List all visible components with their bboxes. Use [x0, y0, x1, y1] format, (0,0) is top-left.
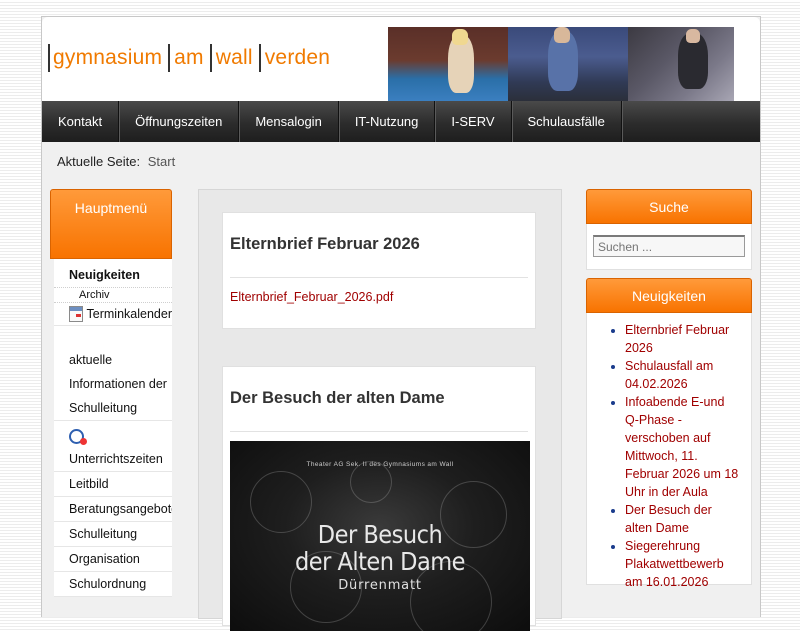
nav-item-schulausfaelle[interactable]: Schulausfälle: [512, 101, 622, 142]
news-link[interactable]: Der Besuch der alten Dame: [625, 503, 712, 535]
menu-item-leitbild[interactable]: Leitbild: [54, 472, 172, 497]
news-title: Neuigkeiten: [586, 278, 752, 313]
poster-title: Der Besuch der Alten Dame: [230, 521, 530, 575]
news-link[interactable]: Siegerehrung Plakatwettbewerb am 16.01.2…: [625, 539, 724, 589]
nav-item-kontakt[interactable]: Kontakt: [42, 101, 120, 142]
content-area: Elternbrief Februar 2026 Elternbrief_Feb…: [198, 189, 562, 631]
menu-item-unterrichtszeiten[interactable]: Unterrichtszeiten: [54, 447, 172, 472]
search-module: [586, 224, 752, 270]
main-menu-title: Hauptmenü: [50, 189, 172, 259]
nav-item-mensalogin[interactable]: Mensalogin: [239, 101, 339, 142]
header-photo-climbing-1: [388, 27, 508, 101]
news-item: Schulausfall am 04.02.2026: [625, 357, 741, 393]
search-input[interactable]: [593, 235, 745, 257]
calendar-icon: [69, 306, 83, 322]
poster-author: Dürrenmatt: [338, 578, 422, 593]
breadcrumb-current: Start: [147, 154, 176, 169]
right-sidebar: Suche Neuigkeiten Elternbrief Februar 20…: [586, 189, 752, 589]
menu-item-informationen[interactable]: Informationen der: [54, 372, 172, 396]
menu-item-label: Terminkalender: [86, 307, 172, 321]
clock-icon: [69, 429, 87, 445]
logo-segment: am: [168, 44, 210, 72]
article-title[interactable]: Der Besuch der alten Dame: [230, 389, 445, 408]
logo-segment: wall: [209, 44, 259, 72]
news-list: Elternbrief Februar 2026 Schulausfall am…: [587, 321, 741, 591]
menu-item-terminkalender[interactable]: Terminkalender: [54, 303, 172, 326]
news-link[interactable]: Infoabende E-und Q-Phase - verschoben au…: [625, 395, 738, 499]
news-item: Elternbrief Februar 2026: [625, 321, 741, 357]
nav-item-oeffnungszeiten[interactable]: Öffnungszeiten: [119, 101, 240, 142]
site-logo[interactable]: gymnasium am wall verden: [48, 43, 336, 73]
page-frame: gymnasium am wall verden Kontakt Öffnung…: [41, 16, 761, 631]
menu-spacer: [54, 326, 172, 348]
logo-segment: gymnasium: [48, 44, 168, 72]
menu-item-schulleitung[interactable]: Schulleitung: [54, 522, 172, 547]
news-item: Siegerehrung Plakatwettbewerb am 16.01.2…: [625, 537, 741, 591]
breadcrumb-label: Aktuelle Seite:: [57, 154, 141, 169]
nav-item-it-nutzung[interactable]: IT-Nutzung: [339, 101, 436, 142]
menu-item-archiv[interactable]: Archiv: [54, 288, 172, 303]
menu-item-schulleitung-info[interactable]: Schulleitung: [54, 396, 172, 421]
main-menu-module: Hauptmenü Neuigkeiten Archiv Terminkalen…: [50, 189, 172, 597]
article-card: Der Besuch der alten Dame Theater AG Sek…: [222, 366, 536, 631]
nav-item-iserv[interactable]: I-SERV: [435, 101, 512, 142]
menu-item-clock-row: [54, 421, 172, 447]
header-photo-strip: [388, 27, 734, 101]
site-header: gymnasium am wall verden: [42, 17, 760, 101]
menu-item-schulordnung[interactable]: Schulordnung: [54, 572, 172, 597]
news-module: Elternbrief Februar 2026 Schulausfall am…: [586, 313, 752, 589]
search-title: Suche: [586, 189, 752, 224]
article-divider: [230, 431, 528, 432]
main-menu-list: Neuigkeiten Archiv Terminkalender aktuel…: [54, 259, 172, 597]
article-title[interactable]: Elternbrief Februar 2026: [230, 235, 420, 254]
article-poster-image[interactable]: Theater AG Sek. II des Gymnasiums am Wal…: [230, 441, 530, 631]
main-nav: Kontakt Öffnungszeiten Mensalogin IT-Nut…: [42, 101, 760, 142]
news-link[interactable]: Elternbrief Februar 2026: [625, 323, 729, 355]
menu-item-aktuelle[interactable]: aktuelle: [54, 348, 172, 372]
header-photo-climbing-3: [628, 27, 734, 101]
poster-title-line: Der Besuch: [317, 520, 443, 549]
news-item: Infoabende E-und Q-Phase - verschoben au…: [625, 393, 741, 501]
logo-segment: verden: [258, 44, 336, 72]
poster-subtitle: Theater AG Sek. II des Gymnasiums am Wal…: [306, 461, 454, 468]
header-photo-climbing-2: [508, 27, 628, 101]
article-pdf-link[interactable]: Elternbrief_Februar_2026.pdf: [230, 290, 393, 304]
article-divider: [230, 277, 528, 278]
poster-title-line: der Alten Dame: [294, 547, 466, 576]
article-card: Elternbrief Februar 2026 Elternbrief_Feb…: [222, 212, 536, 329]
menu-item-neuigkeiten[interactable]: Neuigkeiten: [54, 263, 172, 288]
menu-item-beratungsangebote[interactable]: Beratungsangebote: [54, 497, 172, 522]
news-link[interactable]: Schulausfall am 04.02.2026: [625, 359, 713, 391]
breadcrumb: Aktuelle Seite: Start: [57, 154, 175, 169]
menu-item-organisation[interactable]: Organisation: [54, 547, 172, 572]
news-item: Der Besuch der alten Dame: [625, 501, 741, 537]
